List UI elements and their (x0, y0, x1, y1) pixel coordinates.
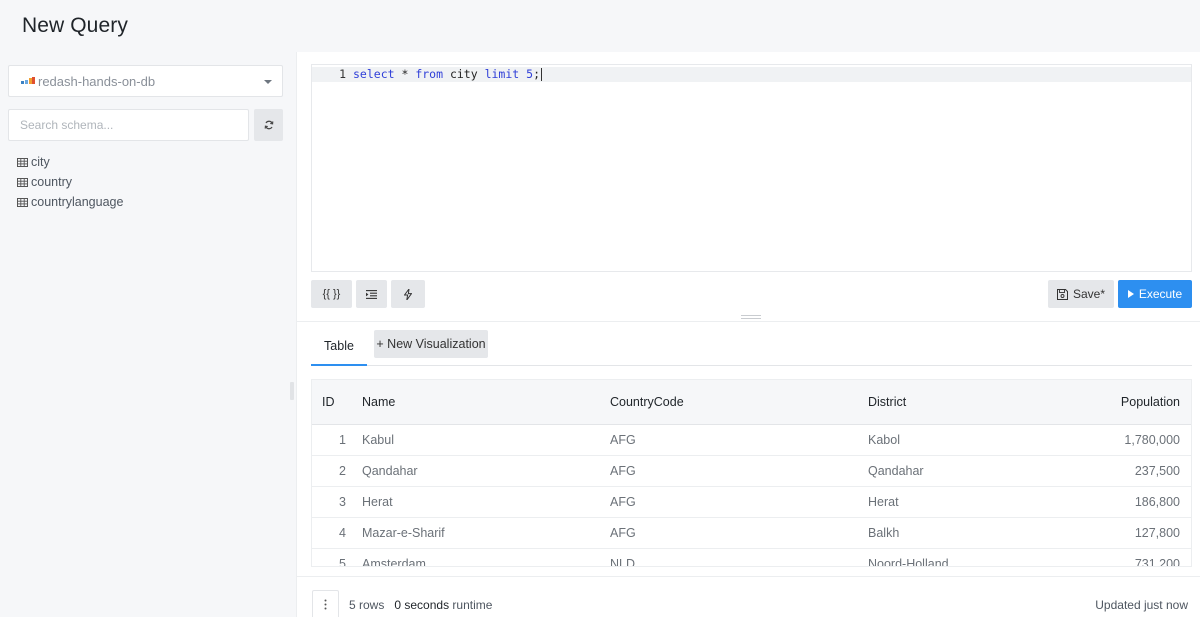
results-footer: 5 rows 0 seconds runtime Updated just no… (297, 576, 1200, 617)
column-header-population[interactable]: Population (1058, 380, 1191, 425)
save-button[interactable]: Save* (1048, 280, 1114, 308)
results-table-container[interactable]: ID Name CountryCode District Population … (311, 379, 1192, 567)
query-main-panel: 1 select * from city limit 5; {{ }} Save… (296, 52, 1200, 617)
code-keyword: limit (484, 67, 520, 81)
text-cursor (541, 68, 543, 81)
more-vertical-icon (324, 599, 327, 610)
schema-item-country[interactable]: country (17, 172, 123, 192)
code-text: * (394, 67, 416, 81)
cell-countrycode: AFG (610, 455, 868, 487)
refresh-icon (264, 120, 273, 130)
editor-resize-handle[interactable] (741, 315, 761, 319)
cell-district: Noord-Holland (868, 548, 1058, 566)
cell-countrycode: AFG (610, 486, 868, 518)
cell-id: 2 (312, 455, 362, 487)
divider (297, 321, 1200, 322)
table-row: 2 Qandahar AFG Qandahar 237,500 (312, 455, 1191, 487)
table-row: 5 Amsterdam NLD Noord-Holland 731,200 (312, 548, 1191, 566)
new-visualization-button[interactable]: + New Visualization (374, 330, 488, 358)
results-table: ID Name CountryCode District Population … (312, 380, 1191, 566)
runtime-value: 0 seconds (394, 598, 450, 612)
schema-item-city[interactable]: city (17, 152, 123, 172)
code-keyword: from (415, 67, 444, 81)
visualization-tabs: Table + New Visualization (311, 328, 1192, 366)
cell-district: Balkh (868, 517, 1058, 549)
code-text: city (443, 67, 485, 81)
datasource-label: redash-hands-on-db (38, 74, 156, 89)
cell-countrycode: AFG (610, 517, 868, 549)
cell-population: 127,800 (1058, 517, 1191, 549)
cell-id: 3 (312, 486, 362, 518)
updated-status: Updated just now (1095, 598, 1188, 612)
column-header-district[interactable]: District (868, 380, 1058, 425)
cell-id: 1 (312, 424, 362, 456)
cell-countrycode: NLD (610, 548, 868, 566)
execute-label: Execute (1138, 287, 1183, 301)
table-icon (17, 177, 28, 187)
more-options-button[interactable] (312, 590, 339, 617)
cell-population: 186,800 (1058, 486, 1191, 518)
line-number: 1 (339, 67, 346, 81)
bolt-icon (404, 288, 412, 300)
tab-table-label: Table (324, 339, 354, 353)
table-header-row: ID Name CountryCode District Population (312, 380, 1191, 425)
save-icon (1056, 288, 1068, 300)
execute-button[interactable]: Execute (1118, 280, 1192, 308)
query-editor[interactable]: 1 select * from city limit 5; (311, 64, 1192, 272)
refresh-schema-button[interactable] (254, 109, 283, 141)
table-icon (17, 197, 28, 207)
format-query-button[interactable] (356, 280, 387, 308)
runtime-label: runtime (449, 598, 493, 612)
database-logo-icon (21, 77, 35, 84)
cell-name: Mazar-e-Sharif (362, 517, 610, 549)
cell-name: Qandahar (362, 455, 610, 487)
schema-item-label: country (31, 175, 72, 189)
column-header-id[interactable]: ID (312, 380, 362, 425)
schema-sidebar: redash-hands-on-db city (0, 52, 296, 617)
cell-name: Herat (362, 486, 610, 518)
cell-district: Herat (868, 486, 1058, 518)
schema-item-label: city (31, 155, 50, 169)
table-icon (17, 157, 28, 167)
table-row: 3 Herat AFG Herat 186,800 (312, 486, 1191, 518)
page-header: New Query (0, 0, 1200, 52)
add-parameter-button[interactable]: {{ }} (311, 280, 352, 308)
indent-icon (366, 289, 377, 299)
table-row: 1 Kabul AFG Kabol 1,780,000 (312, 424, 1191, 456)
schema-item-label: countrylanguage (31, 195, 124, 209)
result-summary: 5 rows 0 seconds runtime (349, 598, 492, 612)
cell-id: 5 (312, 548, 362, 566)
code-keyword: select (353, 67, 395, 81)
parameter-label: {{ }} (322, 288, 341, 300)
tab-table[interactable]: Table (311, 328, 367, 366)
cell-countrycode: AFG (610, 424, 868, 456)
cell-district: Kabol (868, 424, 1058, 456)
schema-item-countrylanguage[interactable]: countrylanguage (17, 192, 123, 212)
save-label: Save* (1072, 287, 1106, 301)
table-row: 4 Mazar-e-Sharif AFG Balkh 127,800 (312, 517, 1191, 549)
cell-population: 731,200 (1058, 548, 1191, 566)
cell-population: 1,780,000 (1058, 424, 1191, 456)
row-count: 5 rows (349, 598, 385, 612)
schema-table-list: city country countrylanguage (17, 152, 123, 212)
new-visualization-label: + New Visualization (376, 337, 486, 351)
cell-district: Qandahar (868, 455, 1058, 487)
code-text: ; (533, 67, 541, 81)
cell-name: Kabul (362, 424, 610, 456)
cell-population: 237,500 (1058, 455, 1191, 487)
play-icon (1127, 290, 1134, 298)
schema-search-input[interactable] (8, 109, 249, 141)
autocomplete-toggle-button[interactable] (391, 280, 425, 308)
cell-name: Amsterdam (362, 548, 610, 566)
cell-id: 4 (312, 517, 362, 549)
sidebar-resize-handle[interactable] (290, 382, 294, 400)
page-title: New Query (22, 14, 128, 37)
datasource-select[interactable]: redash-hands-on-db (8, 65, 283, 97)
column-header-name[interactable]: Name (362, 380, 610, 425)
caret-down-icon (264, 80, 272, 84)
query-code: select * from city limit 5; (353, 67, 543, 82)
column-header-countrycode[interactable]: CountryCode (610, 380, 868, 425)
